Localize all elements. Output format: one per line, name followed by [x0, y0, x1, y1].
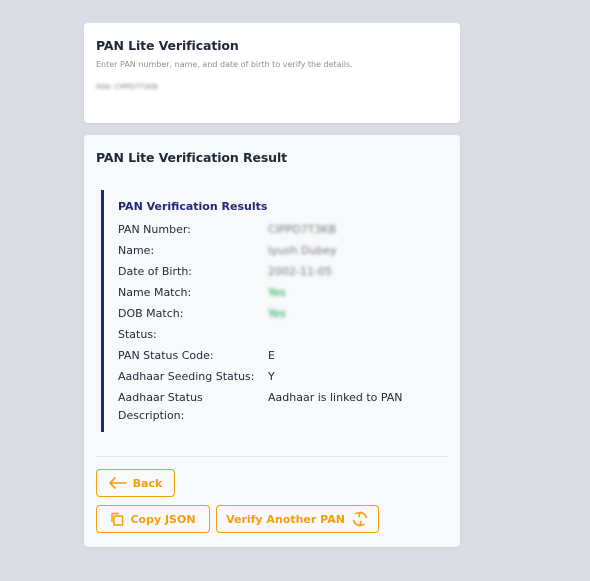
back-button[interactable]: Back — [96, 469, 175, 497]
row-value: Iyush Dubey — [268, 244, 337, 257]
copy-json-button-label: Copy JSON — [130, 512, 196, 526]
card-subtitle: Enter PAN number, name, and date of birt… — [96, 60, 353, 69]
results-heading: PAN Verification Results — [118, 200, 268, 213]
row-label: Date of Birth: — [118, 265, 193, 278]
back-button-label: Back — [132, 476, 163, 490]
row-label: PAN Number: — [118, 223, 191, 236]
pan-lite-verification-card: PAN Lite Verification Enter PAN number, … — [84, 23, 460, 123]
verify-another-pan-button[interactable]: Verify Another PAN — [216, 505, 379, 533]
row-value: Yes — [268, 307, 286, 320]
divider — [96, 456, 448, 457]
row-value: Y — [268, 370, 275, 383]
arrow-left-icon — [108, 477, 127, 489]
copy-json-button[interactable]: Copy JSON — [96, 505, 210, 533]
refresh-icon — [351, 510, 369, 528]
row-label: DOB Match: — [118, 307, 184, 320]
row-label: Aadhaar Seeding Status: — [118, 370, 255, 383]
row-value: E — [268, 349, 275, 362]
row-value: 2002-11-05 — [268, 265, 332, 278]
result-card-title: PAN Lite Verification Result — [96, 150, 288, 165]
row-value: Aadhaar is linked to PAN — [268, 391, 403, 404]
row-label: Name: — [118, 244, 155, 257]
row-label: Status: — [118, 328, 157, 341]
row-label: Name Match: — [118, 286, 192, 299]
pan-verification-results: PAN Verification Results PAN Number: CIP… — [101, 190, 431, 432]
row-value: Yes — [268, 286, 286, 299]
row-label: PAN Status Code: — [118, 349, 214, 362]
pan-lite-verification-result-card: PAN Lite Verification Result PAN Verific… — [84, 135, 460, 547]
row-label: Aadhaar Status Description: — [118, 391, 203, 422]
verify-another-pan-button-label: Verify Another PAN — [226, 512, 345, 526]
copy-icon — [110, 512, 124, 526]
card-title: PAN Lite Verification — [96, 38, 239, 53]
blurred-pan-text: PAN: CIPPD7T3KB — [96, 83, 158, 91]
row-value: CIPPD7T3KB — [268, 223, 337, 236]
